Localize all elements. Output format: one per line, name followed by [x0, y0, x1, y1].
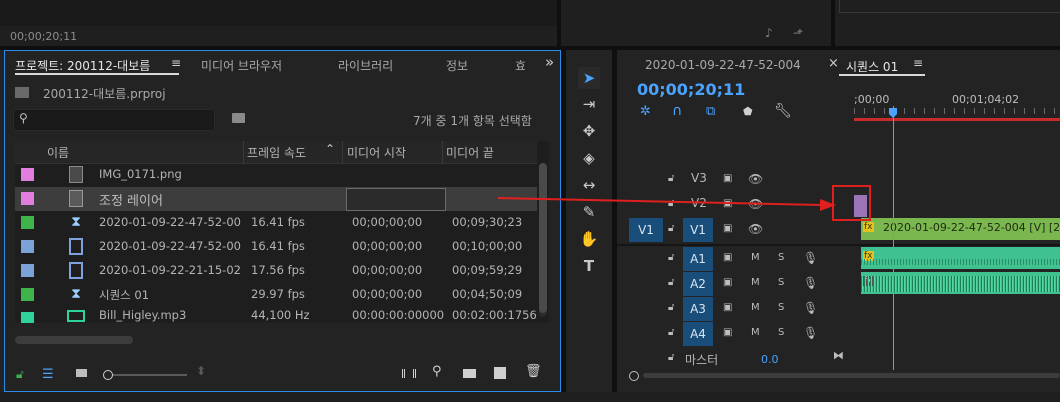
annotation-arrow: [497, 197, 836, 211]
status-bar: [0, 392, 1060, 402]
